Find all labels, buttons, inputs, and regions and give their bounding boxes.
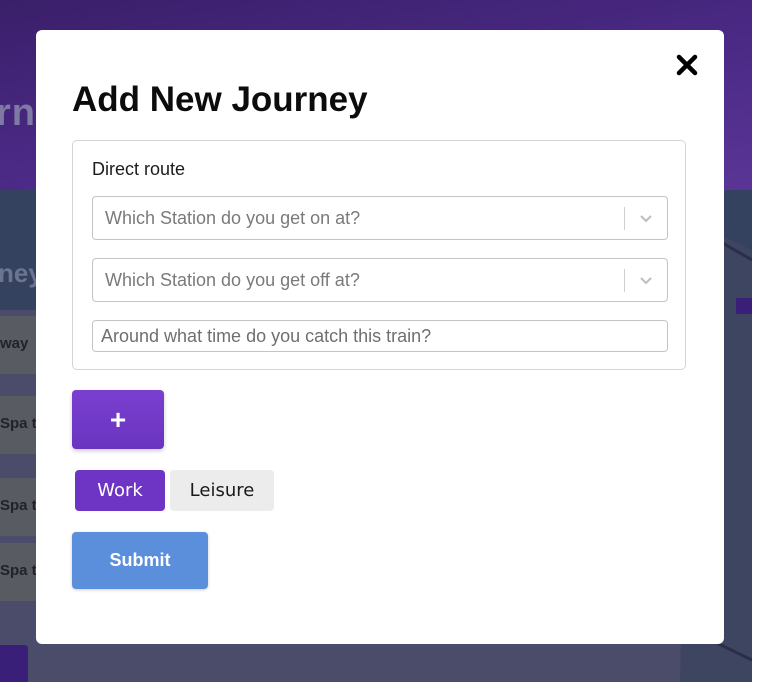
alight-station-placeholder: Which Station do you get off at? bbox=[105, 270, 360, 290]
chevron-down-icon[interactable] bbox=[638, 272, 654, 288]
chevron-down-icon[interactable] bbox=[638, 210, 654, 226]
train-time-input[interactable] bbox=[92, 320, 668, 352]
add-route-button[interactable]: + bbox=[72, 390, 164, 449]
close-icon[interactable] bbox=[674, 52, 700, 78]
journey-type-leisure[interactable]: Leisure bbox=[170, 470, 274, 511]
select-separator bbox=[624, 269, 625, 292]
board-station-select[interactable]: Which Station do you get on at? bbox=[92, 196, 668, 240]
background-card-text: Spa t bbox=[0, 497, 37, 514]
modal-title: Add New Journey bbox=[72, 80, 368, 119]
select-separator bbox=[624, 207, 625, 230]
page-edge bbox=[752, 0, 758, 682]
direct-route-section: Direct route Which Station do you get on… bbox=[72, 140, 686, 370]
journey-type-work[interactable]: Work bbox=[75, 470, 165, 511]
background-button bbox=[0, 645, 28, 682]
background-card-text: Spa t bbox=[0, 415, 37, 432]
direct-route-label: Direct route bbox=[92, 159, 186, 179]
board-station-placeholder: Which Station do you get on at? bbox=[105, 208, 361, 228]
submit-button[interactable]: Submit bbox=[72, 532, 208, 589]
background-card-text: Spa t bbox=[0, 562, 37, 579]
background-card-text: way bbox=[0, 335, 29, 352]
alight-station-select[interactable]: Which Station do you get off at? bbox=[92, 258, 668, 302]
add-journey-modal: Add New Journey Direct route Which Stati… bbox=[36, 30, 724, 644]
